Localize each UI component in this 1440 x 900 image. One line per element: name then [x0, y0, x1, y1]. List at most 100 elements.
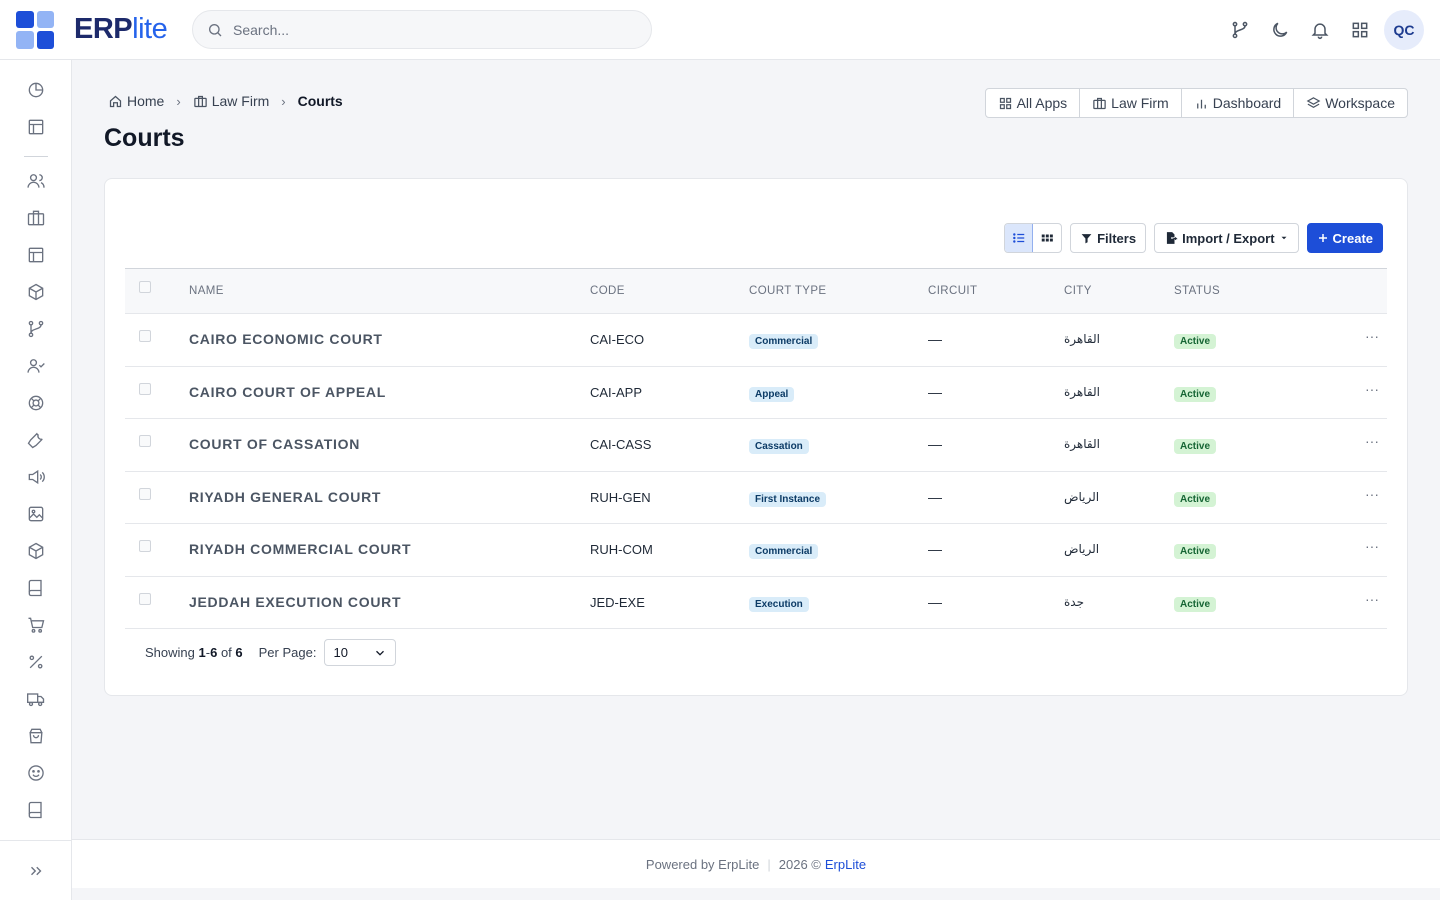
row-actions-button[interactable]: ··· [1365, 591, 1379, 607]
filters-button[interactable]: Filters [1070, 223, 1147, 253]
lifebuoy-icon[interactable] [24, 391, 48, 415]
all-apps-link[interactable]: All Apps [986, 89, 1081, 117]
list-view-button[interactable] [1005, 224, 1034, 252]
book-icon[interactable] [24, 576, 48, 600]
dashboard-label: Dashboard [1212, 95, 1282, 111]
smile-icon[interactable] [24, 761, 48, 785]
court-code: RUH-GEN [590, 489, 651, 505]
create-button[interactable]: Create [1306, 223, 1383, 253]
court-name[interactable]: CAIRO COURT OF APPEAL [189, 384, 386, 400]
wrench-icon[interactable] [24, 428, 48, 452]
row-actions-button[interactable]: ··· [1365, 328, 1379, 344]
table-row[interactable]: CAIRO ECONOMIC COURT CAI-ECO Commercial — ال… [125, 314, 1387, 367]
row-checkbox[interactable] [139, 592, 151, 605]
column-header-status[interactable]: STATUS [1174, 285, 1220, 297]
box-icon[interactable] [24, 539, 48, 563]
table-row[interactable]: RIYADH GENERAL COURT RUH-GEN First Instanc… [125, 472, 1387, 524]
row-checkbox[interactable] [139, 540, 151, 552]
chevrons-right-icon [31, 866, 42, 875]
court-circuit: — [928, 331, 942, 347]
table-row[interactable]: RIYADH COMMERCIAL COURT RUH-COM Commercial… [125, 524, 1387, 577]
layout-icon[interactable] [24, 243, 48, 267]
select-all-checkbox[interactable] [139, 281, 151, 293]
home-icon [109, 95, 122, 107]
court-name[interactable]: CAIRO ECONOMIC COURT [189, 331, 383, 347]
workspace-label: Workspace [1325, 95, 1395, 111]
plus-icon [1318, 234, 1327, 242]
total-count: 6 [235, 645, 243, 660]
court-name[interactable]: JEDDAH EXECUTION COURT [189, 594, 401, 610]
top-bar: ERPlite QC [0, 0, 1440, 60]
sidebar-expand-button[interactable] [0, 840, 71, 900]
megaphone-icon[interactable] [24, 465, 48, 489]
row-actions-button[interactable]: ··· [1365, 486, 1379, 502]
court-name[interactable]: RIYADH COMMERCIAL COURT [189, 541, 411, 557]
brand[interactable]: ERPlite [0, 10, 192, 49]
court-type-badge: Commercial [749, 544, 819, 559]
breadcrumb-separator: › [176, 93, 181, 109]
import-export-button[interactable]: Import / Export [1154, 223, 1299, 253]
per-page-value: 10 [333, 645, 348, 660]
pie-chart-icon[interactable] [24, 78, 48, 102]
apps-grid-icon[interactable] [1340, 10, 1380, 50]
powered-by-text: Powered by ErpLite [645, 856, 760, 872]
court-circuit: — [928, 383, 942, 400]
table-body: CAIRO ECONOMIC COURT CAI-ECO Commercial — ال… [125, 314, 1387, 629]
book-icon[interactable] [24, 798, 48, 822]
search-input[interactable] [233, 21, 613, 38]
breadcrumb-home[interactable]: Home [108, 93, 164, 109]
law-firm-link[interactable]: Law Firm [1080, 89, 1182, 117]
court-circuit: — [928, 488, 942, 505]
row-checkbox[interactable] [139, 435, 151, 447]
grid-view-button[interactable] [1033, 224, 1061, 252]
breadcrumb-law-firm[interactable]: Law Firm [193, 93, 269, 109]
briefcase-icon[interactable] [24, 206, 48, 230]
per-page-select[interactable]: 10 [324, 639, 397, 666]
status-badge: Active [1174, 544, 1217, 559]
row-actions-button[interactable]: ··· [1365, 538, 1379, 554]
moon-icon[interactable] [1260, 10, 1300, 50]
column-header-circuit[interactable]: CIRCUIT [928, 285, 977, 297]
row-checkbox[interactable] [139, 330, 151, 342]
git-branch-icon[interactable] [24, 317, 48, 341]
court-circuit: — [928, 436, 942, 452]
row-checkbox[interactable] [139, 382, 151, 395]
file-export-icon [1166, 232, 1178, 244]
briefcase-icon [193, 95, 207, 107]
court-type-badge: Appeal [749, 386, 795, 402]
footer-link[interactable]: ErpLite [825, 857, 866, 872]
row-checkbox[interactable] [139, 487, 151, 500]
percent-icon[interactable] [24, 650, 48, 674]
dashboard-link[interactable]: Dashboard [1182, 89, 1295, 117]
shopping-bag-icon[interactable] [24, 724, 48, 748]
avatar[interactable]: QC [1384, 10, 1424, 50]
table-row[interactable]: JEDDAH EXECUTION COURT JED-EXE Execution — ج… [125, 577, 1387, 629]
column-header-court-type[interactable]: COURT TYPE [749, 285, 827, 297]
image-icon[interactable] [24, 502, 48, 526]
table-row[interactable]: COURT OF CASSATION CAI-CASS Cassation — القا… [125, 419, 1387, 472]
truck-icon[interactable] [24, 687, 48, 711]
users-icon[interactable] [24, 169, 48, 193]
column-header-code[interactable]: CODE [590, 285, 625, 297]
column-header-name[interactable]: NAME [189, 285, 224, 297]
bell-icon[interactable] [1300, 10, 1340, 50]
column-header-city[interactable]: CITY [1064, 285, 1092, 297]
court-city: القاهرة [1064, 332, 1100, 346]
package-icon[interactable] [24, 280, 48, 304]
layout-icon[interactable] [24, 115, 48, 139]
court-name[interactable]: COURT OF CASSATION [189, 436, 360, 452]
table-row[interactable]: CAIRO COURT OF APPEAL CAI-APP Appeal — القاه… [125, 367, 1387, 419]
import-export-label: Import / Export [1182, 230, 1275, 246]
row-actions-button[interactable]: ··· [1365, 381, 1379, 397]
sidebar-divider [24, 156, 48, 157]
git-branch-icon[interactable] [1220, 10, 1260, 50]
court-name[interactable]: RIYADH GENERAL COURT [189, 489, 381, 505]
row-actions-button[interactable]: ··· [1365, 433, 1379, 449]
layers-icon [1306, 96, 1321, 108]
user-check-icon[interactable] [24, 354, 48, 378]
search-box[interactable] [192, 10, 652, 49]
logo [16, 10, 54, 49]
workspace-link[interactable]: Workspace [1294, 89, 1407, 117]
sidebar [0, 60, 72, 900]
cart-icon[interactable] [24, 613, 48, 637]
